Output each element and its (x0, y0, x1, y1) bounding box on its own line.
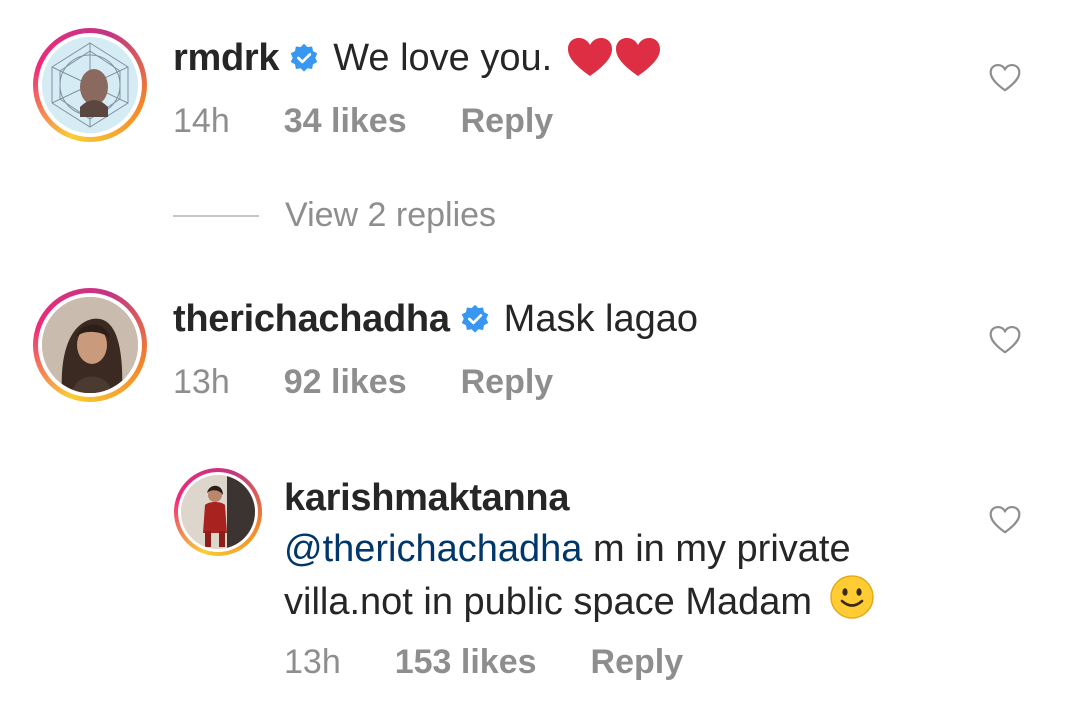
red-heart-icon (568, 38, 661, 76)
comment-text: Mask lagao (503, 298, 698, 340)
smile-emoji-icon (829, 574, 875, 633)
reply-text-line2: villa.not in public space Madam (284, 581, 813, 623)
comment-meta: 13h 92 likes Reply (173, 362, 553, 402)
avatar-therichachadha[interactable] (33, 288, 147, 402)
reply-text-line1: m in my private (582, 528, 851, 570)
heart-emoji (566, 36, 664, 80)
username[interactable]: karishmaktanna (284, 476, 569, 520)
timestamp: 13h (173, 363, 230, 401)
username[interactable]: rmdrk (173, 36, 280, 80)
comment-line: therichachadha Mask lagao (173, 297, 698, 341)
avatar-image (181, 475, 255, 549)
reply-username-line: karishmaktanna (284, 476, 569, 520)
avatar-rmdrk[interactable] (33, 28, 147, 142)
verified-badge-icon (461, 304, 488, 333)
avatar-image (42, 37, 138, 133)
username[interactable]: therichachadha (173, 297, 450, 341)
mention-link[interactable]: @therichachadha (284, 528, 582, 570)
avatar-image (42, 297, 138, 393)
comment-text: We love you. (333, 37, 553, 79)
replies-divider (173, 214, 259, 217)
heart-outline-icon[interactable] (988, 63, 1022, 93)
reply-button[interactable]: Reply (461, 101, 554, 141)
heart-outline-icon[interactable] (988, 325, 1022, 355)
reply-button[interactable]: Reply (461, 362, 554, 402)
avatar-karishmaktanna[interactable] (174, 468, 262, 556)
likes-count[interactable]: 34 likes (284, 101, 407, 141)
timestamp: 13h (284, 643, 341, 681)
comment-meta: 14h 34 likes Reply (173, 101, 553, 141)
comment-line: rmdrk We love you. ❤️❤️ (173, 36, 664, 80)
timestamp: 14h (173, 102, 230, 140)
reply-meta: 13h 153 likes Reply (284, 642, 683, 682)
view-replies-label: View 2 replies (285, 196, 497, 234)
view-replies-button[interactable]: View 2 replies (173, 196, 496, 235)
likes-count[interactable]: 153 likes (395, 642, 537, 682)
verified-badge-icon (290, 43, 318, 72)
reply-text: @therichachadha m in my private villa.no… (284, 525, 984, 633)
heart-outline-icon[interactable] (988, 505, 1022, 535)
likes-count[interactable]: 92 likes (284, 362, 407, 402)
reply-button[interactable]: Reply (591, 642, 684, 682)
